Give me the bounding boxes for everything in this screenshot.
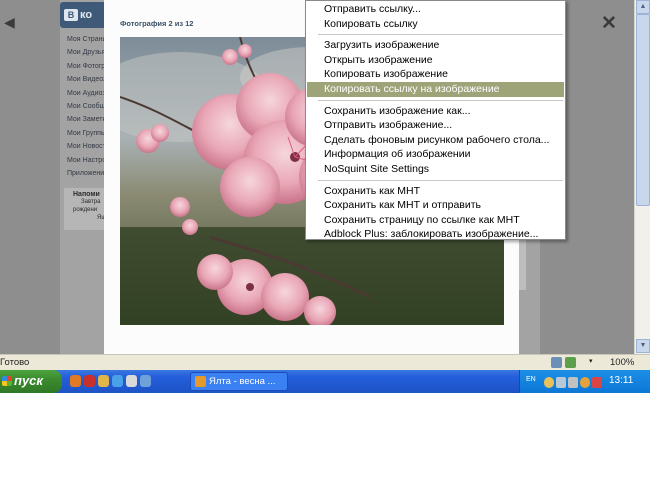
opera-icon[interactable]: [84, 375, 95, 387]
quick-launch: [70, 374, 154, 392]
windows-flag-icon: [2, 376, 12, 386]
menu-separator: [318, 99, 563, 101]
context-menu-item[interactable]: Adblock Plus: заблокировать изображение.…: [307, 227, 564, 242]
reminder-line: рождени: [73, 207, 98, 213]
vk-menu-item[interactable]: Мои Новости: [67, 140, 109, 153]
context-menu-item[interactable]: Открыть изображение: [307, 53, 564, 68]
ie-icon[interactable]: [112, 375, 123, 387]
monitor-icon[interactable]: [551, 357, 562, 368]
addon-icon[interactable]: [565, 357, 576, 368]
context-menu-item[interactable]: Сохранить как MHT и отправить: [307, 198, 564, 213]
vk-menu-item[interactable]: Мои Группы: [67, 127, 109, 140]
menu-separator: [318, 34, 563, 36]
vk-menu-item[interactable]: Мои Аудиозаписи: [67, 87, 109, 100]
media-icon[interactable]: [126, 375, 137, 387]
firefox-icon: [195, 376, 206, 387]
close-icon[interactable]: ✕: [601, 12, 617, 35]
tray-icons: [544, 375, 604, 393]
vk-menu-item[interactable]: Моя Страница: [67, 33, 109, 46]
context-menu-item[interactable]: Копировать ссылку: [307, 17, 564, 32]
context-menu-item[interactable]: Информация об изображении: [307, 147, 564, 162]
menu-separator: [318, 179, 563, 181]
vk-sidebar-menu: Моя СтраницаМои ДрузьяМои ФотографииМои …: [67, 33, 109, 167]
context-menu-item[interactable]: Копировать ссылку на изображение: [307, 82, 564, 97]
photo-counter-title: Фотография 2 из 12: [120, 19, 194, 28]
tray-arrow-icon[interactable]: [544, 377, 554, 388]
desktop-screen: Вко Моя СтраницаМои ДрузьяМои Фотографии…: [0, 0, 650, 487]
tray-sound-icon[interactable]: [568, 377, 578, 388]
taskbar-window-button[interactable]: Ялта - весна ...: [190, 372, 288, 391]
prev-photo-icon[interactable]: ◀: [4, 14, 15, 31]
context-menu-item[interactable]: Отправить изображение...: [307, 118, 564, 133]
vk-menu-item[interactable]: Мои Видеозаписи: [67, 73, 109, 86]
reminder-line: Завтра: [81, 199, 101, 205]
context-menu-item[interactable]: Копировать изображение: [307, 67, 564, 82]
status-icons: [551, 357, 579, 371]
vk-menu-item[interactable]: Мои Настройки: [67, 154, 109, 167]
scroll-down-icon[interactable]: ▼: [636, 339, 650, 353]
vk-logo[interactable]: Вко: [60, 2, 106, 28]
tray-security-icon[interactable]: [592, 377, 602, 388]
system-tray: EN 13:11: [519, 370, 650, 393]
context-menu-item[interactable]: Сохранить изображение как...: [307, 104, 564, 119]
context-menu: Отправить ссылку... Копировать ссылку Загр…: [305, 0, 566, 240]
reminder-title: Напоми: [73, 191, 100, 198]
vk-menu-item[interactable]: Мои Друзья: [67, 46, 109, 59]
context-menu-item[interactable]: Отправить ссылку...: [307, 2, 564, 17]
status-bar: Готово ▾ 100%: [0, 354, 650, 370]
vk-logo-text: ко: [80, 9, 93, 21]
context-menu-item[interactable]: Сделать фоновым рисунком рабочего стола.…: [307, 133, 564, 148]
zoom-level[interactable]: 100%: [610, 357, 634, 368]
context-menu-item[interactable]: Сохранить страницу по ссылке как MHT: [307, 213, 564, 228]
vk-menu-item[interactable]: Мои Фотографии: [67, 60, 109, 73]
clock: 13:11: [609, 375, 634, 386]
vertical-scrollbar[interactable]: ▲ ▼: [634, 0, 650, 354]
context-menu-item[interactable]: Сохранить как MHT: [307, 184, 564, 199]
scroll-thumb[interactable]: [636, 14, 650, 206]
start-label: пуск: [14, 373, 43, 388]
reminder-line: Яш: [97, 215, 107, 221]
vk-menu-item[interactable]: Мои Сообщения: [67, 100, 109, 113]
task-label: Ялта - весна ...: [209, 376, 276, 387]
app-icon[interactable]: [98, 375, 109, 387]
vk-reminder-box: Напоми Завтра рождени Яш: [64, 188, 108, 230]
status-text: Готово: [0, 357, 30, 368]
vk-logo-letter: В: [64, 9, 78, 21]
context-menu-item[interactable]: NoSquint Site Settings: [307, 162, 564, 177]
start-button[interactable]: пуск: [0, 370, 62, 393]
vk-apps-link[interactable]: Приложения: [67, 170, 109, 177]
language-indicator[interactable]: EN: [526, 376, 536, 383]
tray-app-icon[interactable]: [556, 377, 566, 388]
firefox-icon[interactable]: [70, 375, 81, 387]
taskbar: пуск Ялта - весна ... EN 13:11: [0, 370, 650, 393]
desktop-icon[interactable]: [140, 375, 151, 387]
vk-menu-item[interactable]: Мои Заметки: [67, 113, 109, 126]
zoom-dropdown-icon[interactable]: ▾: [589, 357, 593, 365]
tray-network-icon[interactable]: [580, 377, 590, 388]
context-menu-item[interactable]: Загрузить изображение: [307, 38, 564, 53]
scroll-up-icon[interactable]: ▲: [636, 0, 650, 14]
